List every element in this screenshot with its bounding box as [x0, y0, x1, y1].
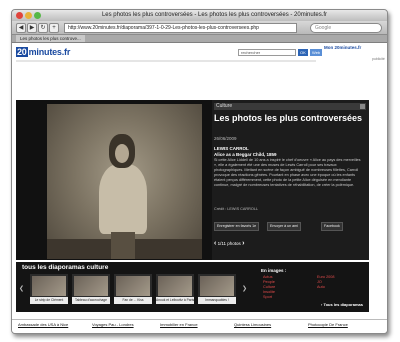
- thumb-item[interactable]: Immanquables !: [198, 274, 236, 304]
- category-link[interactable]: Culture: [263, 285, 275, 289]
- active-tab[interactable]: Les photos les plus controve...: [16, 35, 85, 42]
- strip-prev-icon[interactable]: ❮: [19, 285, 24, 292]
- thumb-image: [116, 276, 150, 296]
- sponsored-link[interactable]: Immobilier en France: [160, 322, 198, 327]
- browser-search-field[interactable]: Google: [310, 23, 382, 33]
- photo-counter-text: 1/11 photos: [217, 241, 241, 246]
- share-toolbar: Enregistrer en favoris 1e Envoyer à un a…: [214, 222, 365, 231]
- header-divider: [16, 60, 316, 62]
- photo-author: LEWIS CARROL: [214, 146, 249, 151]
- all-slideshows-link[interactable]: › Tous les diaporamas: [321, 302, 363, 307]
- category-link[interactable]: People: [263, 280, 275, 284]
- thumb-image: [32, 276, 66, 296]
- next-photo-icon[interactable]: ›: [242, 240, 244, 247]
- strip-next-icon[interactable]: ❯: [242, 285, 247, 292]
- thumb-image: [74, 276, 108, 296]
- minimize-window-button[interactable]: [25, 12, 32, 19]
- title-bar: Les photos les plus controversées - Les …: [12, 10, 387, 21]
- sponsored-link[interactable]: Photocopie De France: [308, 322, 348, 327]
- site-header: 20 minutes.fr rechercher OK Web Mon 20min…: [12, 43, 387, 101]
- zoom-window-button[interactable]: [34, 12, 41, 19]
- images-heading: En images :: [261, 268, 287, 273]
- window-title: Les photos les plus controversées - Les …: [101, 12, 328, 18]
- web-page: 20 minutes.fr rechercher OK Web Mon 20min…: [12, 43, 387, 333]
- section-label: Culture: [214, 103, 366, 110]
- photo-description: Si cette Alice Liddell de 10 ans a inspi…: [214, 158, 361, 187]
- add-favorites-button[interactable]: Enregistrer en favoris 1e: [214, 222, 260, 231]
- sponsored-link[interactable]: Ambassade des USA à Nice: [18, 322, 68, 327]
- site-search-input[interactable]: rechercher: [238, 49, 296, 56]
- category-link[interactable]: Euro 2008: [317, 275, 335, 279]
- publish-date: 26/06/2009: [214, 136, 237, 141]
- reload-icon[interactable]: ↻: [38, 23, 48, 33]
- back-arrow-icon[interactable]: ◀: [16, 23, 26, 33]
- thumb-label: Anouk et Leibovitz à Paris: [156, 297, 194, 304]
- address-bar[interactable]: http://www.20minutes.fr/diaporama/397-1-…: [64, 23, 297, 33]
- images-categories: En images : Actus People Culture Insolit…: [261, 268, 365, 310]
- previous-photo-icon[interactable]: ‹: [214, 240, 216, 247]
- add-bookmark-icon[interactable]: +: [49, 23, 59, 33]
- thumb-item[interactable]: Fan de ... Kiss: [114, 274, 152, 304]
- thumb-label: Tableau d'accrochage: [72, 297, 110, 304]
- sponsored-link[interactable]: Voyages Pau - Londres: [92, 322, 134, 327]
- logo-text: minutes.fr: [28, 47, 71, 57]
- thumb-image: [200, 276, 234, 296]
- related-title: tous les diaporamas culture: [22, 264, 109, 271]
- photo-figure-body: [99, 164, 147, 234]
- slideshow-title: Les photos les plus controversées: [214, 113, 363, 123]
- category-link[interactable]: Insolite: [263, 290, 275, 294]
- photo-counter: ‹ 1/11 photos ›: [214, 240, 244, 247]
- photo-figure-face: [115, 144, 129, 163]
- thumb-label: Fan de ... Kiss: [114, 297, 152, 304]
- thumb-label: Immanquables !: [198, 297, 236, 304]
- send-to-friend-button[interactable]: Envoyer à un ami: [267, 222, 301, 231]
- thumb-label: Le strip de Clément: [30, 297, 68, 304]
- all-slideshows-label: Tous les diaporamas: [323, 302, 363, 307]
- category-link[interactable]: Sport: [263, 295, 272, 299]
- category-link[interactable]: Auto: [317, 285, 325, 289]
- site-logo[interactable]: 20 minutes.fr: [16, 47, 70, 57]
- slideshow-viewer: Culture Les photos les plus controversée…: [16, 100, 369, 260]
- search-web-button[interactable]: Web: [310, 49, 323, 56]
- photo-credit: Crédit : LEWIS CARROLL: [214, 207, 259, 211]
- photo-title: Alice as a Beggar Child, 1859: [214, 152, 277, 157]
- close-window-button[interactable]: [16, 12, 23, 19]
- tab-bar: Les photos les plus controve...: [12, 35, 387, 43]
- browser-toolbar: ◀ ▶ ↻ + http://www.20minutes.fr/diaporam…: [12, 21, 387, 35]
- main-photo[interactable]: [47, 104, 202, 259]
- ad-label: publicité: [372, 57, 385, 61]
- rss-icon[interactable]: [360, 104, 365, 109]
- caption-pane: Culture Les photos les plus controversée…: [212, 100, 369, 260]
- thumb-item[interactable]: Tableau d'accrochage: [72, 274, 110, 304]
- thumb-item[interactable]: Le strip de Clément: [30, 274, 68, 304]
- category-link[interactable]: Actus: [263, 275, 273, 279]
- sponsored-links: Ambassade des USA à Nice Voyages Pau - L…: [12, 319, 387, 330]
- category-link[interactable]: JO: [317, 280, 322, 284]
- logo-number: 20: [16, 47, 28, 57]
- photo-figure-legs: [111, 232, 135, 259]
- sponsored-link[interactable]: Quintess Limousines: [234, 322, 271, 327]
- account-link[interactable]: Mon 20minutes.fr: [324, 45, 361, 50]
- search-ok-button[interactable]: OK: [298, 49, 308, 56]
- related-slideshows: tous les diaporamas culture ❮ Le strip d…: [16, 262, 369, 312]
- thumb-image: [158, 276, 192, 296]
- forward-arrow-icon[interactable]: ▶: [27, 23, 37, 33]
- browser-window: Les photos les plus controversées - Les …: [11, 9, 388, 334]
- facebook-share-button[interactable]: Facebook: [321, 222, 343, 231]
- thumb-item[interactable]: Anouk et Leibovitz à Paris: [156, 274, 194, 304]
